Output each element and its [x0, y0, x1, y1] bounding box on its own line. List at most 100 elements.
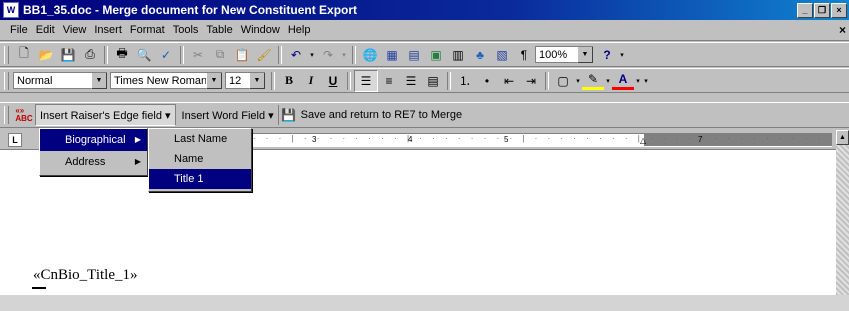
menu-item-last-name[interactable]: Last Name [149, 129, 251, 149]
justify-icon[interactable]: ▤ [422, 71, 444, 91]
menu-file[interactable]: File [6, 24, 32, 36]
menu-item-address[interactable]: Address ▶ [40, 151, 147, 173]
menu-edit[interactable]: Edit [32, 24, 59, 36]
highlight-icon[interactable]: ✎ [582, 72, 604, 90]
minimize-button[interactable]: _ [797, 3, 813, 18]
zoom-dropdown-icon[interactable]: ▼ [577, 47, 593, 63]
menu-item-label: Biographical [65, 134, 126, 146]
cut-icon[interactable]: ✂ [187, 45, 209, 65]
style-combo[interactable]: Normal ▼ [13, 72, 107, 89]
save-icon[interactable]: 💾 [57, 45, 79, 65]
hyperlink-icon[interactable]: 🌐 [359, 45, 381, 65]
align-left-icon[interactable]: ☰ [354, 69, 378, 92]
borders-icon[interactable]: ▢ [552, 71, 574, 91]
toolbar-grip[interactable] [4, 45, 9, 64]
merge-toolbar: «» ABC Insert Raiser's Edge field ▾ Inser… [0, 102, 849, 128]
format-painter-icon[interactable]: 🖌 [253, 45, 275, 65]
insert-word-field-button[interactable]: Insert Word Field ▾ [178, 105, 279, 125]
redo-icon[interactable]: ↷ [317, 45, 339, 65]
italic-button[interactable]: I [300, 71, 322, 91]
drawing-icon[interactable]: ♣ [469, 45, 491, 65]
numbering-icon[interactable]: ⒈ [454, 71, 476, 91]
font-combo[interactable]: Times New Roman ▼ [110, 72, 222, 89]
font-color-icon[interactable]: A [612, 72, 634, 90]
menu-insert[interactable]: Insert [90, 24, 126, 36]
restore-button[interactable]: ❐ [814, 3, 830, 18]
scroll-up-icon[interactable]: ▲ [836, 130, 849, 145]
font-size-dropdown-icon[interactable]: ▼ [249, 73, 265, 89]
font-color-dropdown-icon[interactable]: ▾ [634, 71, 642, 91]
web-page-icon[interactable]: ⎙ [79, 45, 101, 65]
align-right-icon[interactable]: ☰ [400, 71, 422, 91]
undo-dropdown-icon[interactable]: ▾ [307, 45, 317, 65]
menu-item-label: Title 1 [174, 173, 204, 185]
ruler-ticks: · · · · | · · · · · · · · | · · · · · · … [240, 134, 825, 146]
insert-raisers-edge-field-button[interactable]: Insert Raiser's Edge field ▾ [35, 104, 176, 126]
menu-view[interactable]: View [59, 24, 91, 36]
show-hide-icon[interactable]: ¶ [513, 45, 535, 65]
vertical-scrollbar[interactable]: ▲ [836, 130, 849, 295]
style-dropdown-icon[interactable]: ▼ [91, 73, 107, 89]
tables-borders-icon[interactable]: ▦ [381, 45, 403, 65]
horizontal-ruler[interactable]: 3 4 5 7 · · · · | · · · · · · · · | · · … [232, 133, 832, 147]
window-bottom-edge [0, 295, 849, 311]
toolbar-grip[interactable] [4, 106, 9, 124]
word-app-icon[interactable]: W [3, 2, 19, 18]
menu-window[interactable]: Window [237, 24, 284, 36]
decrease-indent-icon[interactable]: ⇤ [498, 71, 520, 91]
toolbar-grip[interactable] [4, 71, 9, 90]
menu-format[interactable]: Format [126, 24, 169, 36]
document-map-icon[interactable]: ▧ [491, 45, 513, 65]
open-folder-icon[interactable]: 📂 [35, 45, 57, 65]
insert-excel-icon[interactable]: ▣ [425, 45, 447, 65]
redo-dropdown-icon[interactable]: ▾ [339, 45, 349, 65]
font-size-combo[interactable]: 12 ▼ [225, 72, 265, 89]
underline-button[interactable]: U [322, 71, 344, 91]
zoom-value: 100% [539, 48, 568, 61]
toolbar-options-icon[interactable]: ▾ [642, 71, 650, 91]
title-bar: W BB1_35.doc - Merge document for New Co… [0, 0, 849, 20]
menu-item-biographical[interactable]: Biographical ▶ [40, 129, 147, 151]
raisers-edge-field-menu: Biographical ▶ Address ▶ [39, 128, 148, 176]
menu-item-name[interactable]: Name [149, 149, 251, 169]
undo-icon[interactable]: ↶ [285, 45, 307, 65]
right-indent-marker-icon[interactable]: △ [640, 136, 646, 145]
biographical-submenu: Last Name Name Title 1 [148, 128, 252, 192]
copy-icon[interactable]: ⧉ [209, 45, 231, 65]
standard-toolbar: 🗋 📂 💾 ⎙ 🖶 🔍 ✓ ✂ ⧉ 📋 🖌 ↶ ▾ ↷ ▾ 🌐 ▦ ▤ ▣ ▥ … [0, 42, 849, 67]
menu-table[interactable]: Table [202, 24, 236, 36]
highlight-dropdown-icon[interactable]: ▾ [604, 71, 612, 91]
toolbar-options-icon[interactable]: ▾ [618, 45, 626, 65]
help-icon[interactable]: ? [596, 45, 618, 65]
menu-item-label: Last Name [174, 133, 228, 145]
submenu-arrow-icon: ▶ [134, 157, 141, 166]
close-button[interactable]: × [831, 3, 847, 18]
tab-selector[interactable]: L [8, 133, 22, 147]
merge-field-text[interactable]: «CnBio_Title_1» [33, 267, 137, 284]
formatting-toolbar: Normal ▼ Times New Roman ▼ 12 ▼ B I U ☰ … [0, 68, 849, 93]
merge-field-icon[interactable]: «» ABC [13, 105, 35, 125]
menu-item-title-1[interactable]: Title 1 [149, 169, 251, 189]
document-close-button[interactable]: × [839, 23, 846, 37]
zoom-combo[interactable]: 100% ▼ [535, 46, 593, 63]
bullets-icon[interactable]: • [476, 71, 498, 91]
print-preview-icon[interactable]: 🔍 [133, 45, 155, 65]
menu-bar: File Edit View Insert Format Tools Table… [0, 20, 849, 41]
window-title: BB1_35.doc - Merge document for New Cons… [23, 3, 358, 17]
font-dropdown-icon[interactable]: ▼ [206, 73, 222, 89]
borders-dropdown-icon[interactable]: ▾ [574, 71, 582, 91]
save-and-return-button[interactable]: Save and return to RE7 to Merge [297, 105, 466, 125]
save-icon[interactable]: 💾 [281, 105, 297, 125]
menu-help[interactable]: Help [284, 24, 315, 36]
spelling-icon[interactable]: ✓ [155, 45, 177, 65]
columns-icon[interactable]: ▥ [447, 45, 469, 65]
new-document-icon[interactable]: 🗋 [13, 45, 35, 65]
align-center-icon[interactable]: ≡ [378, 71, 400, 91]
font-size-value: 12 [229, 74, 242, 87]
insert-table-icon[interactable]: ▤ [403, 45, 425, 65]
paste-icon[interactable]: 📋 [231, 45, 253, 65]
increase-indent-icon[interactable]: ⇥ [520, 71, 542, 91]
menu-tools[interactable]: Tools [169, 24, 203, 36]
print-icon[interactable]: 🖶 [111, 45, 133, 65]
bold-button[interactable]: B [278, 71, 300, 91]
